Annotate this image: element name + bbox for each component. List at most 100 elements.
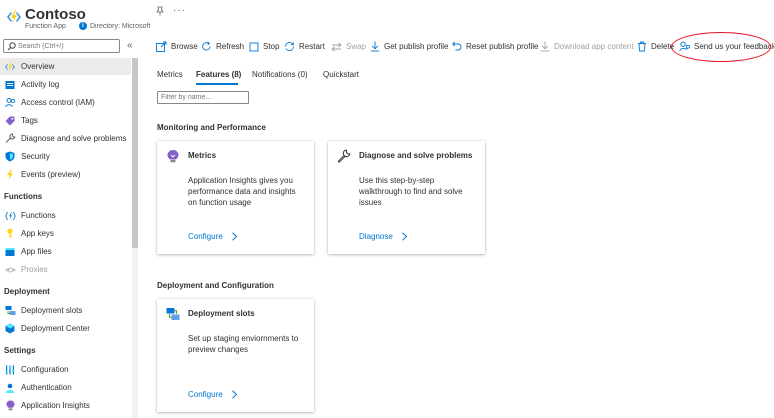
sidebar-item-proxies[interactable]: Proxies [0, 261, 131, 278]
sidebar-item-label: Security [21, 152, 50, 161]
sidebar-item-events[interactable]: Events (preview) [0, 166, 131, 183]
external-link-icon [156, 41, 167, 52]
shield-icon [4, 151, 16, 163]
sidebar-item-application-insights[interactable]: Application Insights [0, 397, 131, 414]
sidebar-item-label: Authentication [21, 383, 72, 392]
wrench-icon [337, 149, 351, 163]
sidebar-item-activity-log[interactable]: Activity log [0, 76, 131, 93]
sidebar-item-app-keys[interactable]: App keys [0, 225, 131, 242]
sliders-icon [4, 364, 16, 376]
app-title: Contoso [25, 6, 86, 23]
search-icon [7, 42, 16, 51]
card-description: Use this step-by-step walkthrough to fin… [359, 176, 463, 207]
sidebar-item-diagnose[interactable]: Diagnose and solve problems [0, 130, 131, 147]
download-icon [539, 41, 550, 52]
annotation-highlight-oval [671, 32, 771, 62]
tag-icon [4, 115, 16, 127]
tab-notifications[interactable]: Notifications (0) [252, 70, 308, 79]
search-input[interactable] [18, 41, 118, 52]
feature-card-diagnose[interactable]: Diagnose and solve problems Use this ste… [328, 141, 485, 254]
sidebar-item-label: App files [21, 247, 52, 256]
proxy-icon [4, 264, 16, 276]
feature-card-metrics[interactable]: Metrics Application Insights gives you p… [157, 141, 314, 254]
sidebar-item-label: Functions [21, 211, 56, 220]
sidebar-item-deployment-slots[interactable]: Deployment slots [0, 302, 131, 319]
files-icon [4, 246, 16, 258]
sidebar-item-label: Deployment Center [21, 324, 90, 333]
pin-icon[interactable] [155, 6, 165, 16]
section-header-settings: Settings [4, 346, 36, 355]
card-description: Application Insights gives you performan… [188, 176, 296, 207]
slots-icon [166, 308, 180, 320]
cube-icon [4, 323, 16, 335]
lightning-icon [4, 61, 16, 73]
card-description: Set up staging enviornments to preview c… [188, 334, 299, 354]
filter-input[interactable] [158, 92, 248, 103]
sidebar-item-authentication[interactable]: Authentication [0, 379, 131, 396]
sidebar-item-configuration[interactable]: Configuration [0, 361, 131, 378]
restart-button[interactable]: Restart [284, 39, 325, 54]
bulb-icon [4, 400, 16, 412]
group-heading-monitoring: Monitoring and Performance [157, 123, 266, 132]
lightning-icon [4, 169, 16, 181]
info-icon[interactable]: i [79, 22, 87, 30]
sidebar-item-functions[interactable]: Functions [0, 207, 131, 224]
reset-publish-profile-button[interactable]: Reset publish profile [451, 39, 538, 54]
sidebar-item-tags[interactable]: Tags [0, 112, 131, 129]
sidebar-item-label: Activity log [21, 80, 60, 89]
sidebar-item-deployment-center[interactable]: Deployment Center [0, 320, 131, 337]
sidebar-item-security[interactable]: Security [0, 148, 131, 165]
card-title: Diagnose and solve problems [359, 151, 473, 160]
feature-card-deployment-slots[interactable]: Deployment slots Set up staging enviornm… [157, 299, 314, 412]
download-icon [369, 41, 380, 52]
resource-menu-search[interactable] [3, 39, 120, 53]
diagnose-link[interactable]: Diagnose [359, 232, 408, 241]
download-app-content-button[interactable]: Download app content [539, 39, 634, 54]
card-title: Deployment slots [188, 309, 255, 318]
sidebar-item-label: Application Insights [21, 401, 90, 410]
configure-link[interactable]: Configure [188, 232, 238, 241]
tab-features[interactable]: Features (8) [196, 70, 241, 79]
sidebar-item-access-control[interactable]: Access control (IAM) [0, 94, 131, 111]
more-icon[interactable]: ··· [173, 5, 186, 16]
delete-button[interactable]: Delete [636, 39, 674, 54]
sidebar-item-label: Tags [21, 116, 38, 125]
stop-button[interactable]: Stop [248, 39, 279, 54]
bulb-icon [167, 150, 179, 163]
people-icon [4, 97, 16, 109]
wrench-icon [4, 133, 16, 145]
functions-icon [4, 210, 16, 222]
app-subtitle: Function App [25, 23, 66, 30]
sidebar-item-app-files[interactable]: App files [0, 243, 131, 260]
tab-quickstart[interactable]: Quickstart [323, 70, 359, 79]
filter-box[interactable] [157, 91, 249, 104]
key-icon [4, 228, 16, 240]
card-link-label: Configure [188, 232, 223, 241]
stop-icon [248, 41, 259, 52]
slots-icon [4, 305, 16, 317]
function-app-icon [7, 10, 21, 24]
sidebar-item-label: Overview [21, 62, 55, 71]
refresh-button[interactable]: Refresh [201, 39, 244, 54]
trash-icon [636, 41, 647, 52]
reset-icon [451, 41, 462, 52]
swap-button[interactable]: Swap [331, 39, 366, 54]
tab-metrics[interactable]: Metrics [157, 70, 183, 79]
configure-link[interactable]: Configure [188, 390, 238, 399]
sidebar-item-label: App keys [21, 229, 54, 238]
get-publish-profile-button[interactable]: Get publish profile [369, 39, 448, 54]
browse-button[interactable]: Browse [156, 39, 198, 54]
sidebar-item-label: Access control (IAM) [21, 98, 95, 107]
collapse-menu-icon[interactable]: « [127, 40, 133, 51]
sidebar-scrollbar-thumb[interactable] [132, 58, 138, 248]
group-heading-deployment: Deployment and Configuration [157, 281, 274, 290]
restart-icon [284, 41, 295, 52]
sidebar-item-label: Deployment slots [21, 306, 83, 315]
person-icon [4, 382, 16, 394]
section-header-deployment: Deployment [4, 287, 50, 296]
section-header-functions: Functions [4, 192, 43, 201]
sidebar-item-label: Diagnose and solve problems [21, 134, 127, 143]
sidebar-item-overview[interactable]: Overview [0, 58, 131, 75]
card-link-label: Diagnose [359, 232, 393, 241]
sidebar-item-label: Configuration [21, 365, 69, 374]
